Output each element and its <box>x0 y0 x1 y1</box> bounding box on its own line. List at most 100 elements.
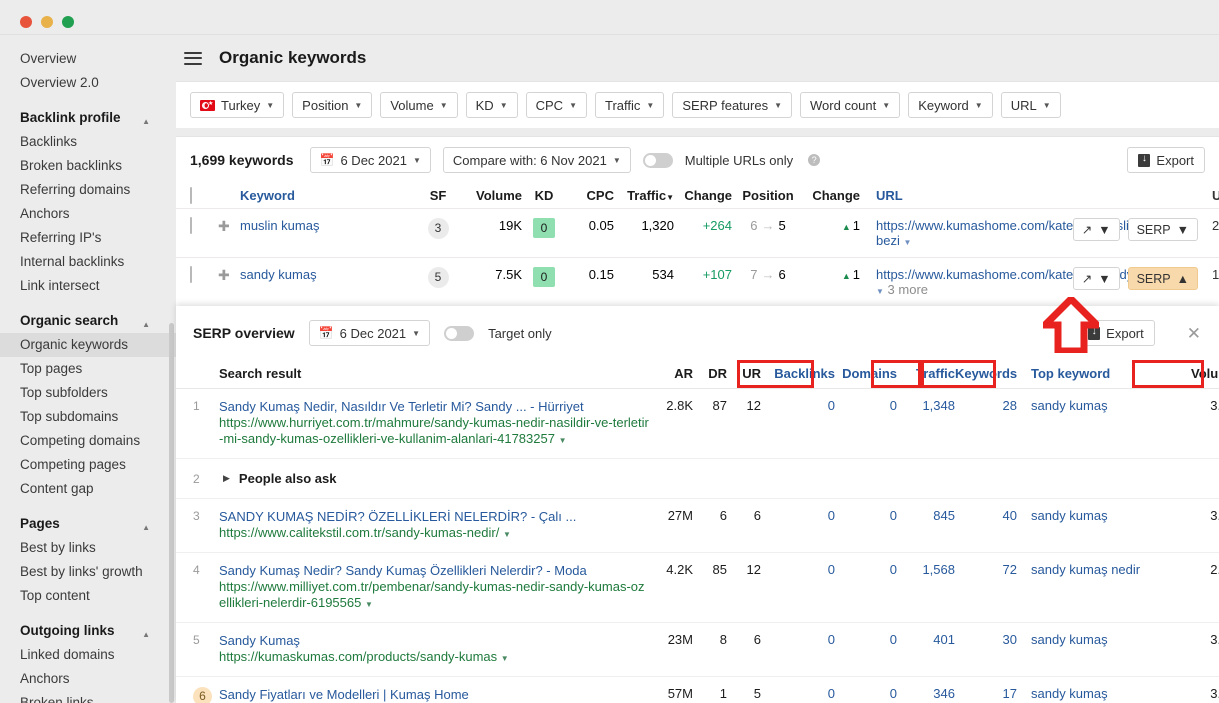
serp-traffic-cell[interactable]: 1,348 <box>897 398 955 413</box>
serp-result-title[interactable]: Sandy Kumaş Nedir, Nasıldır Ve Terletir … <box>219 398 649 415</box>
serp-result-url[interactable]: https://www.calitekstil.com.tr/sandy-kum… <box>219 525 649 543</box>
col-volume[interactable]: Volume <box>464 188 522 203</box>
sidebar-item-anchors[interactable]: Anchors <box>0 667 176 691</box>
compare-with-button[interactable]: Compare with: 6 Nov 2021 ▼ <box>442 147 631 173</box>
col-url[interactable]: URL <box>860 188 1050 203</box>
serp-top-keyword-cell[interactable]: sandy kumaş <box>1017 398 1167 413</box>
filter-volume-button[interactable]: Volume ▼ <box>380 92 458 118</box>
serp-backlinks-cell[interactable]: 0 <box>761 686 835 701</box>
filter-position-button[interactable]: Position ▼ <box>292 92 373 118</box>
sidebar-item-anchors[interactable]: Anchors <box>0 202 176 226</box>
serp-traffic-cell[interactable]: 346 <box>897 686 955 701</box>
col-cpc[interactable]: CPC <box>566 188 614 203</box>
chevron-down-icon[interactable]: ▼ <box>501 654 509 663</box>
sidebar-item-referring-ip-s[interactable]: Referring IP's <box>0 226 176 250</box>
keyword-link[interactable]: sandy kumaş <box>240 267 412 282</box>
sidebar-group-pages[interactable]: Pages ▲ <box>0 512 176 536</box>
close-icon[interactable]: ✕ <box>1187 325 1201 342</box>
serp-button[interactable]: SERP ▼ <box>1127 218 1198 241</box>
serp-result-title[interactable]: SANDY KUMAŞ NEDİR? ÖZELLİKLERİ NELERDİR?… <box>219 508 649 525</box>
sidebar-item-overview[interactable]: Overview <box>0 47 176 71</box>
col-serp-keywords[interactable]: Keywords <box>955 366 1017 381</box>
filter-turkey-button[interactable]: Turkey ▼ <box>190 92 285 118</box>
serp-people-also-ask-row[interactable]: 2 ▶ People also ask <box>176 459 1219 499</box>
multiple-urls-toggle[interactable] <box>642 152 673 168</box>
sidebar-item-top-content[interactable]: Top content <box>0 584 176 608</box>
serp-button[interactable]: SERP ▲ <box>1127 267 1198 290</box>
sidebar-item-broken-links[interactable]: Broken links <box>0 691 176 703</box>
sidebar-item-competing-pages[interactable]: Competing pages <box>0 453 176 477</box>
col-updated[interactable]: Updated <box>1198 188 1219 203</box>
sidebar-item-link-intersect[interactable]: Link intersect <box>0 274 176 298</box>
sidebar-item-backlinks[interactable]: Backlinks <box>0 130 176 154</box>
triangle-right-icon[interactable]: ▶ <box>223 473 230 484</box>
serp-domains-cell[interactable]: 0 <box>835 508 897 523</box>
serp-backlinks-cell[interactable]: 0 <box>761 562 835 577</box>
serp-domains-cell[interactable]: 0 <box>835 398 897 413</box>
serp-top-keyword-cell[interactable]: sandy kumaş <box>1017 632 1167 647</box>
sidebar-item-overview-2-0[interactable]: Overview 2.0 <box>0 71 176 95</box>
minimize-window-button[interactable] <box>41 16 53 28</box>
filter-cpc-button[interactable]: CPC ▼ <box>525 92 587 118</box>
serp-domains-cell[interactable]: 0 <box>835 562 897 577</box>
filter-kd-button[interactable]: KD ▼ <box>465 92 518 118</box>
serp-keywords-cell[interactable]: 30 <box>955 632 1017 647</box>
serp-top-keyword-cell[interactable]: sandy kumaş <box>1017 508 1167 523</box>
col-position-change[interactable]: Change <box>804 188 860 203</box>
hamburger-icon[interactable] <box>184 51 202 65</box>
sidebar-item-top-subfolders[interactable]: Top subfolders <box>0 381 176 405</box>
col-keyword[interactable]: Keyword <box>240 188 412 203</box>
sidebar-item-competing-domains[interactable]: Competing domains <box>0 429 176 453</box>
serp-backlinks-cell[interactable]: 0 <box>761 632 835 647</box>
col-kd[interactable]: KD <box>522 188 566 203</box>
expand-icon[interactable]: ✚ <box>218 267 240 284</box>
help-icon[interactable]: ? <box>808 154 821 166</box>
serp-keywords-cell[interactable]: 28 <box>955 398 1017 413</box>
sidebar-item-content-gap[interactable]: Content gap <box>0 477 176 501</box>
sidebar-item-top-subdomains[interactable]: Top subdomains <box>0 405 176 429</box>
sidebar-item-internal-backlinks[interactable]: Internal backlinks <box>0 250 176 274</box>
chevron-down-icon[interactable]: ▼ <box>365 600 373 609</box>
row-checkbox[interactable] <box>190 217 218 234</box>
col-position[interactable]: Position <box>732 188 804 203</box>
serp-backlinks-cell[interactable]: 0 <box>761 508 835 523</box>
filter-word-count-button[interactable]: Word count ▼ <box>800 92 901 118</box>
chevron-down-icon[interactable]: ▼ <box>876 287 884 296</box>
col-serp-volume[interactable]: Volume <box>1167 366 1219 381</box>
serp-traffic-cell[interactable]: 845 <box>897 508 955 523</box>
date-picker-button[interactable]: 📅 6 Dec 2021 ▼ <box>309 147 431 173</box>
col-ar[interactable]: AR <box>649 366 693 381</box>
serp-result-title[interactable]: Sandy Kumaş <box>219 632 649 649</box>
serp-traffic-cell[interactable]: 401 <box>897 632 955 647</box>
sidebar-group-backlink-profile[interactable]: Backlink profile ▲ <box>0 106 176 130</box>
sidebar-scrollbar[interactable] <box>169 323 174 703</box>
sidebar-item-best-by-links-growth[interactable]: Best by links' growth <box>0 560 176 584</box>
sidebar-group-outgoing-links[interactable]: Outgoing links ▲ <box>0 619 176 643</box>
serp-result-url[interactable]: https://www.milliyet.com.tr/pembenar/san… <box>219 579 649 613</box>
url-more-link[interactable]: 3 more <box>888 282 928 297</box>
sidebar-group-organic-search[interactable]: Organic search ▲ <box>0 309 176 333</box>
col-serp-traffic[interactable]: Traffic <box>897 366 955 381</box>
sidebar-item-linked-domains[interactable]: Linked domains <box>0 643 176 667</box>
row-checkbox[interactable] <box>190 266 218 283</box>
serp-top-keyword-cell[interactable]: sandy kumaş <box>1017 686 1167 701</box>
sidebar-item-top-pages[interactable]: Top pages <box>0 357 176 381</box>
filter-serp-features-button[interactable]: SERP features ▼ <box>672 92 793 118</box>
col-domains[interactable]: Domains <box>835 366 897 381</box>
select-all-checkbox-cell[interactable] <box>190 187 218 204</box>
col-ur[interactable]: UR <box>727 366 761 381</box>
filter-traffic-button[interactable]: Traffic ▼ <box>595 92 665 118</box>
serp-domains-cell[interactable]: 0 <box>835 632 897 647</box>
serp-export-button[interactable]: Export <box>1077 320 1155 346</box>
serp-keywords-cell[interactable]: 72 <box>955 562 1017 577</box>
filter-keyword-button[interactable]: Keyword ▼ <box>908 92 993 118</box>
serp-result-url[interactable]: https://kumaskumas.com/products/sandy-ku… <box>219 649 649 667</box>
col-sf[interactable]: SF <box>412 188 464 203</box>
filter-url-button[interactable]: URL ▼ <box>1000 92 1061 118</box>
url-cell[interactable]: https://www.kumashome.com/kategori/sandy… <box>860 267 1133 297</box>
col-traffic[interactable]: Traffic▼ <box>614 188 674 203</box>
col-top-keyword[interactable]: Top keyword <box>1017 366 1167 381</box>
url-cell[interactable]: https://www.kumashome.com/kategori/musli… <box>860 218 1140 248</box>
chevron-down-icon[interactable]: ▼ <box>559 436 567 445</box>
col-backlinks[interactable]: Backlinks <box>761 366 835 381</box>
